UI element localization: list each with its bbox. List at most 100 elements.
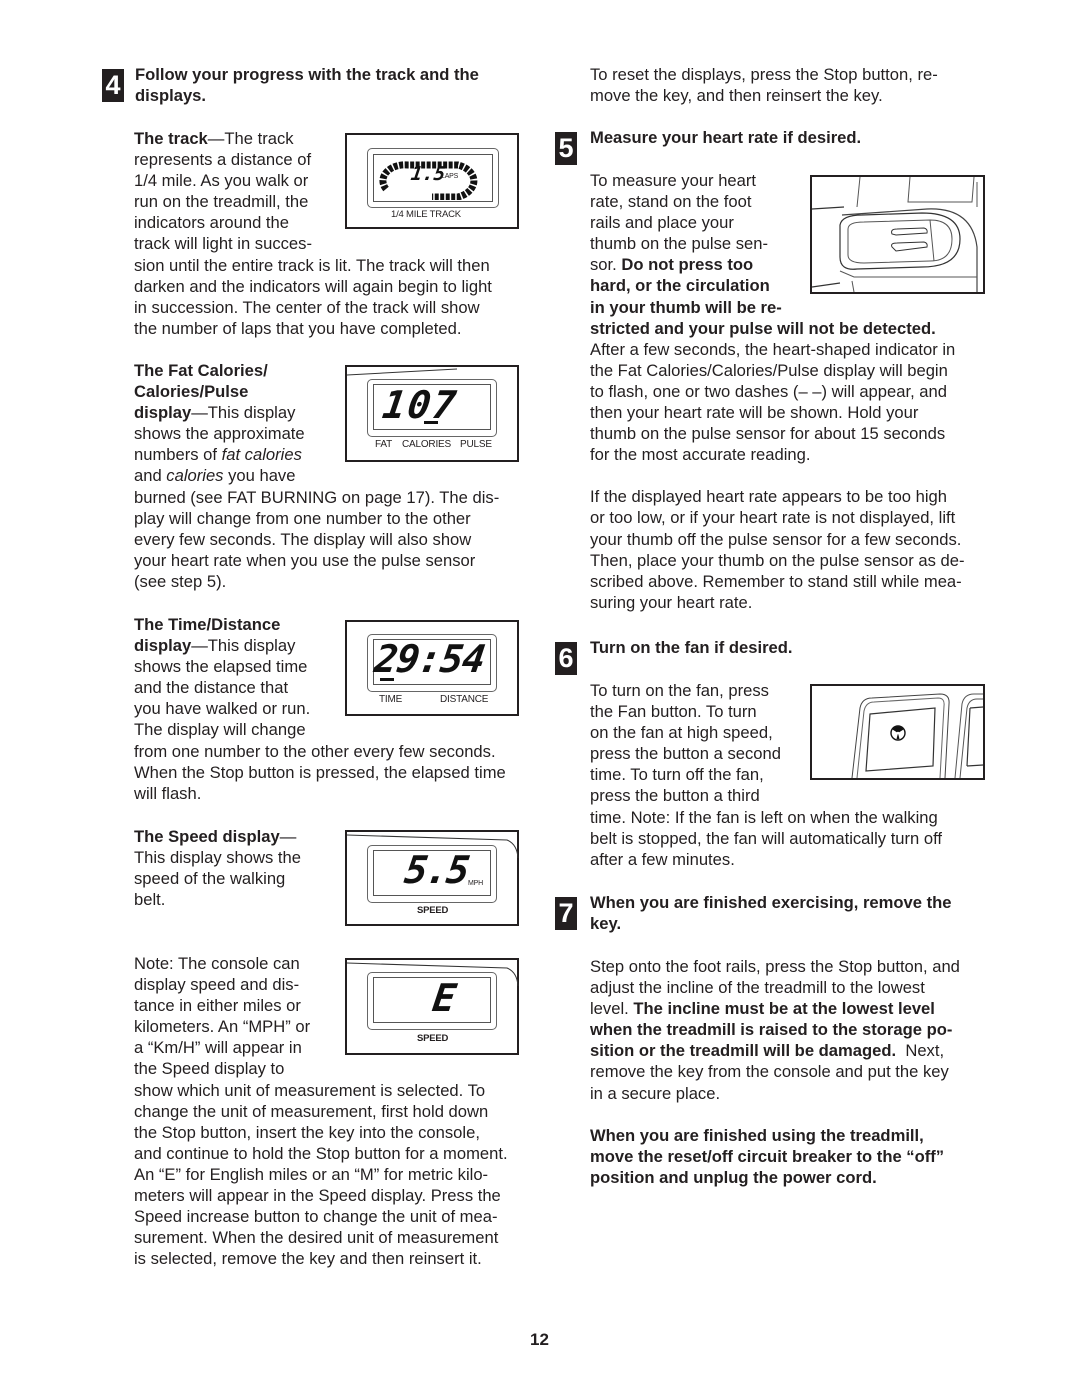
text-line: Speed increase button to change the unit… xyxy=(134,1207,498,1227)
fan-icon xyxy=(890,725,906,741)
unit-display-figure: E SPEED xyxy=(345,958,519,1055)
text-line: scribed above. Remember to stand still w… xyxy=(590,571,962,591)
text-line: thumb on the pulse sensor for about 15 s… xyxy=(590,424,946,444)
text-line: —This display xyxy=(191,636,296,656)
distance-label: DISTANCE xyxy=(440,694,489,705)
text-line: belt. xyxy=(134,890,166,910)
step-5-number: 5 xyxy=(555,132,577,165)
step-7-title: When you are finished exercising, remove… xyxy=(590,892,951,934)
text-line: To reset the displays, press the Stop bu… xyxy=(590,65,938,84)
warning-text: Do not press too xyxy=(621,255,754,275)
text-line: If the displayed heart rate appears to b… xyxy=(590,487,948,507)
text-emphasis: calories xyxy=(166,466,224,486)
text-line: burned (see FAT BURNING on page 17). The… xyxy=(134,487,500,507)
text-line: and continue to hold the Stop button for… xyxy=(134,1143,508,1163)
page-number: 12 xyxy=(530,1330,549,1349)
warning-text: stricted and your pulse will not be dete… xyxy=(590,318,936,338)
text-line: play will change from one number to the … xyxy=(134,508,471,528)
speed-section: The Speed display— This display shows th… xyxy=(134,826,344,910)
fat-label: FAT xyxy=(375,439,392,450)
speed-value: 5.5 xyxy=(401,848,471,892)
text-line: move the key, and then reinsert the key. xyxy=(590,86,883,106)
laps-unit: LAPS xyxy=(441,173,459,180)
step-4-title-line: displays. xyxy=(135,86,207,106)
text-line: belt is stopped, the fan will automatica… xyxy=(590,828,943,848)
fan-button-figure xyxy=(810,684,985,780)
track-label: 1/4 MILE TRACK xyxy=(391,209,461,220)
warning-text: when the treadmill is raised to the stor… xyxy=(590,1020,953,1040)
text-line: speed of the walking xyxy=(134,869,286,889)
time-indicator-dash xyxy=(380,678,394,681)
speed-heading: The Speed display xyxy=(134,827,280,846)
warning-text: sition or the treadmill will be damaged. xyxy=(590,1041,897,1061)
text-span: sor. xyxy=(590,255,622,275)
text-line: surement. When the desired unit of measu… xyxy=(134,1228,499,1248)
text-line: or too low, or if your heart rate is not… xyxy=(590,508,956,528)
text-line: time. Note: If the fan is left on when t… xyxy=(590,807,938,827)
text-line: the Stop button, insert the key into the… xyxy=(134,1122,480,1142)
text-line: Then, place your thumb on the pulse sens… xyxy=(590,550,965,570)
speed-unit: MPH xyxy=(468,880,483,887)
heart-indicator-dash xyxy=(424,421,438,424)
text-span: Next, xyxy=(896,1041,945,1061)
track-heading: The track xyxy=(134,129,208,148)
text-line: the Fat Calories/Calories/Pulse display … xyxy=(590,360,948,380)
text-line: your thumb off the pulse sensor for a fe… xyxy=(590,529,962,549)
pulse-label: PULSE xyxy=(460,439,492,450)
text-line: the number of laps that you have complet… xyxy=(134,318,462,338)
text-line: The display will change xyxy=(134,720,306,740)
text-line: for the most accurate reading. xyxy=(590,445,811,465)
text-line: adjust the incline of the treadmill to t… xyxy=(590,978,925,998)
step-4-title: Follow your progress with the track and … xyxy=(135,64,479,106)
fat-calories-display-figure: 107 FAT CALORIES PULSE xyxy=(345,365,519,462)
step-4-number: 4 xyxy=(102,69,124,102)
warning-text: When you are finished using the treadmil… xyxy=(590,1125,924,1145)
speed-display-figure: 5.5 MPH SPEED xyxy=(345,830,519,926)
calories-label: CALORIES xyxy=(402,439,451,450)
text-emphasis: fat calories xyxy=(221,445,302,465)
step-5-title: Measure your heart rate if desired. xyxy=(590,128,862,147)
warning-text: The incline must be at the lowest level xyxy=(633,999,935,1019)
step-6-number: 6 xyxy=(555,642,577,675)
text-line: meters will appear in the Speed display.… xyxy=(134,1186,501,1206)
text-span: you have xyxy=(223,466,296,486)
text-line: from one number to the other every few s… xyxy=(134,741,496,761)
text-line: After a few seconds, the heart-shaped in… xyxy=(590,339,956,359)
text-line: show which unit of measurement is select… xyxy=(134,1080,486,1100)
step-7-body: Step onto the foot rails, press the Stop… xyxy=(590,956,990,1188)
text-line: after a few minutes. xyxy=(590,849,735,869)
text-line: your heart rate when you use the pulse s… xyxy=(134,550,476,570)
speed-label: SPEED xyxy=(417,905,449,916)
text-span: and xyxy=(134,466,167,486)
text-line: track will light in succes- xyxy=(134,234,312,254)
text-line: When the Stop button is pressed, the ela… xyxy=(134,762,506,782)
text-line: every few seconds. The display will also… xyxy=(134,529,472,549)
text-line: darken and the indicators will again beg… xyxy=(134,276,492,296)
text-line: —This display xyxy=(191,403,296,423)
step-7-number: 7 xyxy=(555,897,577,930)
step-7-title-line: key. xyxy=(590,914,622,934)
step-7-title-line: When you are finished exercising, remove… xyxy=(590,893,952,912)
text-span: — xyxy=(279,827,297,846)
text-line: in a secure place. xyxy=(590,1083,721,1103)
pulse-sensor-icon xyxy=(812,177,978,292)
reset-paragraph: To reset the displays, press the Stop bu… xyxy=(590,64,990,106)
speed-label: SPEED xyxy=(417,1033,449,1044)
text-line: sion until the entire track is lit. The … xyxy=(134,255,490,275)
text-line: (see step 5). xyxy=(134,571,227,591)
time-value: 29:54 xyxy=(371,637,488,681)
text-line: the Speed display to xyxy=(134,1059,285,1079)
step-6-title: Turn on the fan if desired. xyxy=(590,638,793,657)
calories-value: 107 xyxy=(379,383,461,427)
step-4-title-line: Follow your progress with the track and … xyxy=(135,65,479,84)
text-line: An “E” for English miles or an “M” for m… xyxy=(134,1164,489,1184)
text-span: level. xyxy=(590,999,634,1019)
text-line: to flash, one or two dashes (– –) will a… xyxy=(590,381,947,401)
text-line: remove the key from the console and put … xyxy=(590,1062,949,1082)
text-line: will flash. xyxy=(134,783,202,803)
text-line: press the button a third xyxy=(590,786,760,806)
text-line: change the unit of measurement, first ho… xyxy=(134,1101,489,1121)
warning-text: in your thumb will be re- xyxy=(590,297,782,317)
time-distance-heading: display xyxy=(134,636,192,656)
text-span: numbers of xyxy=(134,445,222,465)
